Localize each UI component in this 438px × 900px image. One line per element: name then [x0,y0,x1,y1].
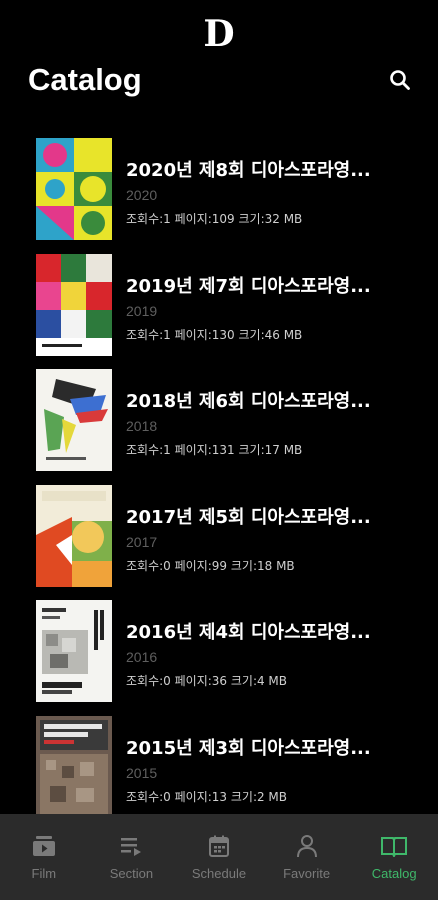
search-icon [390,70,410,90]
search-button[interactable] [386,66,414,94]
catalog-item-title: 2018년 제6회 디아스포라영... [126,391,371,412]
person-icon [293,832,321,860]
tab-label: Catalog [371,866,417,881]
tab-label: Section [109,866,154,881]
tab-film[interactable]: Film [0,814,88,900]
catalog-item[interactable]: 2017년 제5회 디아스포라영... 2017 조회수:0 페이지:99 크기… [0,477,438,593]
catalog-item-year: 2015 [126,764,158,781]
catalog-item-title: 2016년 제4회 디아스포라영... [126,622,371,643]
calendar-icon [205,832,233,860]
catalog-item-meta: 조회수:0 페이지:99 크기:18 MB [126,558,295,573]
film-icon [30,832,58,860]
tab-label: Favorite [283,866,331,881]
catalog-cover [36,600,112,702]
section-icon [117,832,145,860]
catalog-item-year: 2019 [126,302,158,319]
catalog-cover [36,253,112,356]
page-title: Catalog [28,62,142,97]
book-icon [380,832,408,860]
catalog-cover [36,715,112,818]
catalog-cover [36,484,112,587]
catalog-item-title: 2015년 제3회 디아스포라영... [126,737,371,759]
catalog-item-title: 2017년 제5회 디아스포라영... [126,506,371,528]
catalog-item[interactable]: 2018년 제6회 디아스포라영... 2018 조회수:1 페이지:131 크… [0,361,438,477]
tab-schedule[interactable]: Schedule [175,814,263,900]
bottom-tab-bar: Film Section Schedule Favorite Catalog [0,814,438,900]
catalog-item-title: 2019년 제7회 디아스포라영... [126,275,371,297]
tab-section[interactable]: Section [88,814,176,900]
catalog-item-year: 2017 [126,533,158,550]
logo-text: D [203,13,235,55]
catalog-item[interactable]: 2020년 제8회 디아스포라영... 2020 조회수:1 페이지:109 크… [0,130,438,246]
tab-label: Schedule [191,866,247,881]
catalog-item-year: 2018 [126,418,158,434]
catalog-item-meta: 조회수:0 페이지:13 크기:2 MB [126,789,288,804]
catalog-item-meta: 조회수:1 페이지:109 크기:32 MB [126,212,303,226]
catalog-item[interactable]: 2015년 제3회 디아스포라영... 2015 조회수:0 페이지:13 크기… [0,708,438,824]
catalog-item-year: 2016 [126,649,158,665]
tab-catalog[interactable]: Catalog [350,814,438,900]
tab-favorite[interactable]: Favorite [263,814,351,900]
tab-label: Film [31,866,57,881]
catalog-item-meta: 조회수:1 페이지:130 크기:46 MB [126,327,303,342]
catalog-item-meta: 조회수:0 페이지:36 크기:4 MB [126,674,288,688]
catalog-item[interactable]: 2019년 제7회 디아스포라영... 2019 조회수:1 페이지:130 크… [0,246,438,362]
catalog-cover [36,138,112,240]
catalog-item-meta: 조회수:1 페이지:131 크기:17 MB [126,443,303,457]
app-logo: D [0,14,438,54]
catalog-cover [36,369,112,471]
catalog-item-year: 2020 [126,187,158,203]
catalog-item-title: 2020년 제8회 디아스포라영... [126,160,371,181]
catalog-item[interactable]: 2016년 제4회 디아스포라영... 2016 조회수:0 페이지:36 크기… [0,592,438,708]
header: Catalog [28,60,414,100]
catalog-list: 2020년 제8회 디아스포라영... 2020 조회수:1 페이지:109 크… [0,130,438,823]
